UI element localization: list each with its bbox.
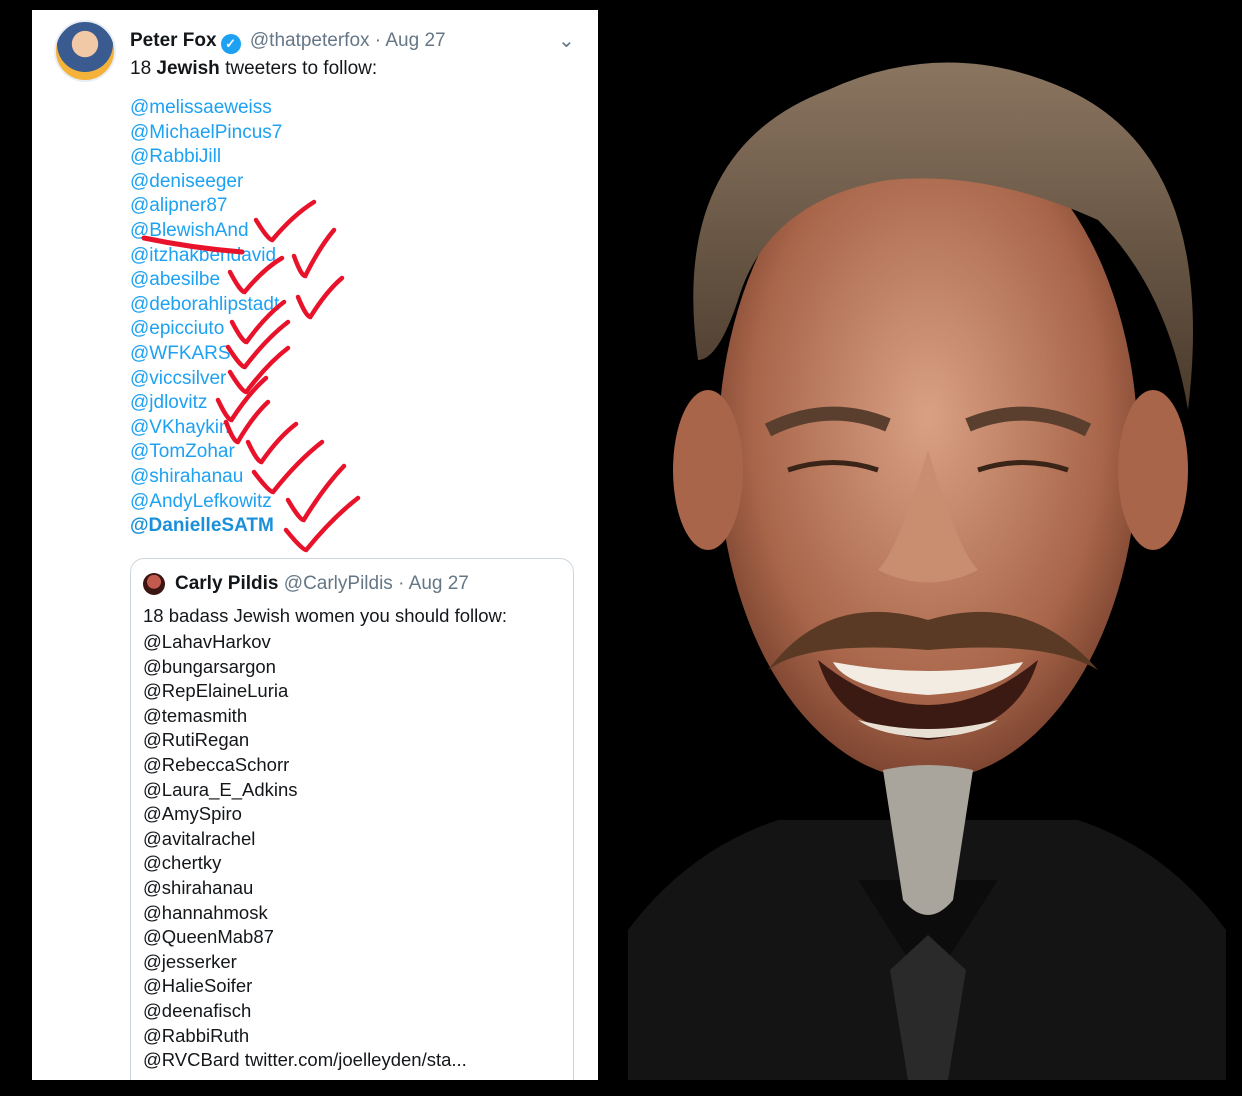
quoted-mention-rabbiruth: @RabbiRuth xyxy=(143,1024,250,1046)
quoted-mention-rebeccaschorr: @RebeccaSchorr xyxy=(143,753,290,775)
red-checkmark xyxy=(285,463,347,523)
tweet-text: 18 Jewish tweeters to follow: xyxy=(130,58,377,80)
mention-rabbijill[interactable]: @RabbiJill xyxy=(130,145,282,170)
quoted-mention-temasmith: @temasmith xyxy=(143,704,248,726)
mention-andylefkowitz[interactable]: @AndyLefkowitz xyxy=(130,490,282,515)
mention-deborahlipstadt[interactable]: @deborahlipstadt xyxy=(130,293,282,318)
tweet-screenshot: Peter Fox ✓ @thatpeterfox · Aug 27 ⌄ 18 J… xyxy=(32,10,598,1080)
red-checkmark xyxy=(295,275,345,320)
quoted-mention-queenmab87: @QueenMab87 xyxy=(143,926,274,948)
quoted-mention-avitalrachel: @avitalrachel xyxy=(143,827,256,849)
mention-viccsilver[interactable]: @viccsilver xyxy=(130,367,282,392)
mention-alipner87[interactable]: @alipner87 xyxy=(130,194,282,219)
quoted-mention-rutiregan: @RutiRegan xyxy=(143,729,250,751)
quoted-author-handle[interactable]: @CarlyPildis xyxy=(284,573,393,594)
author-avatar[interactable] xyxy=(54,20,116,82)
mention-daniellesatm[interactable]: @DanielleSATM xyxy=(130,514,282,539)
mention-michaelpincus7[interactable]: @MichaelPincus7 xyxy=(130,121,282,146)
quoted-mention-hannahmosk: @hannahmosk xyxy=(143,901,268,923)
mention-wfkars[interactable]: @WFKARS xyxy=(130,342,282,367)
mention-itzhakbendavid[interactable]: @itzhakbendavid xyxy=(130,244,282,269)
quoted-mention-lahavharkov: @LahavHarkov xyxy=(143,631,271,652)
quoted-mention-repelaineluria: @RepElaineLuria xyxy=(143,680,289,702)
quoted-mention-laura_e_adkins: @Laura_E_Adkins xyxy=(143,778,298,800)
red-checkmark-annotations xyxy=(141,199,361,553)
quoted-tweet[interactable]: Carly Pildis @CarlyPildis · Aug 27 18 ba… xyxy=(130,558,574,1080)
quoted-tweet-date: Aug 27 xyxy=(408,573,469,594)
quoted-mention-deenafisch: @deenafisch xyxy=(143,999,252,1021)
quoted-mention-rvcbard: @RVCBard twitter.com/joelleyden/sta... xyxy=(143,1049,467,1071)
quoted-mention-list: @LahavHarkov @bungarsargon @RepElaineLuria… xyxy=(143,630,467,1073)
mention-deniseeger[interactable]: @deniseeger xyxy=(130,170,282,195)
mention-epicciuto[interactable]: @epicciuto xyxy=(130,317,282,342)
quoted-mention-jesserker: @jesserker xyxy=(143,950,237,972)
quoted-mention-bungarsargon: @bungarsargon xyxy=(143,655,276,677)
separator-dot: · xyxy=(374,30,382,51)
author-handle[interactable]: @thatpeterfox xyxy=(250,30,370,51)
mention-list: @melissaeweiss @MichaelPincus7 @RabbiJill @… xyxy=(130,96,282,539)
mention-jdlovitz[interactable]: @jdlovitz xyxy=(130,391,282,416)
mention-vkhaykin[interactable]: @VKhaykin xyxy=(130,416,282,441)
quoted-tweet-text: 18 badass Jewish women you should follow… xyxy=(143,605,508,626)
separator-dot: · xyxy=(398,573,405,594)
quoted-tweet-header: Carly Pildis @CarlyPildis · Aug 27 xyxy=(175,573,469,595)
laughing-man-photo xyxy=(628,62,1226,1080)
chevron-down-icon[interactable]: ⌄ xyxy=(558,28,575,53)
mention-shirahanau[interactable]: @shirahanau xyxy=(130,465,282,490)
verified-badge-icon: ✓ xyxy=(220,34,241,54)
mention-melissaeweiss[interactable]: @melissaeweiss xyxy=(130,96,282,121)
red-checkmark xyxy=(283,495,361,553)
quoted-mention-shirahanau: @shirahanau xyxy=(143,876,254,898)
quoted-mention-haliesoifer: @HalieSoifer xyxy=(143,975,253,997)
quoted-author-avatar[interactable] xyxy=(143,573,165,595)
red-checkmark xyxy=(291,227,337,279)
author-name[interactable]: Peter Fox xyxy=(130,30,217,51)
tweet-text-bold: Jewish xyxy=(156,58,220,79)
quoted-mention-amyspiro: @AmySpiro xyxy=(143,803,242,825)
tweet-text-prefix: 18 xyxy=(130,58,157,79)
quoted-author-name[interactable]: Carly Pildis xyxy=(175,573,279,594)
mention-abesilbe[interactable]: @abesilbe xyxy=(130,268,282,293)
tweet-date[interactable]: Aug 27 xyxy=(385,30,445,51)
tweet-header: Peter Fox ✓ @thatpeterfox · Aug 27 xyxy=(130,30,446,54)
mention-tomzohar[interactable]: @TomZohar xyxy=(130,440,282,465)
quoted-mention-chertky: @chertky xyxy=(143,852,222,874)
tweet-text-suffix: tweeters to follow: xyxy=(219,58,378,79)
mention-blewishand[interactable]: @BlewishAnd xyxy=(130,219,282,244)
